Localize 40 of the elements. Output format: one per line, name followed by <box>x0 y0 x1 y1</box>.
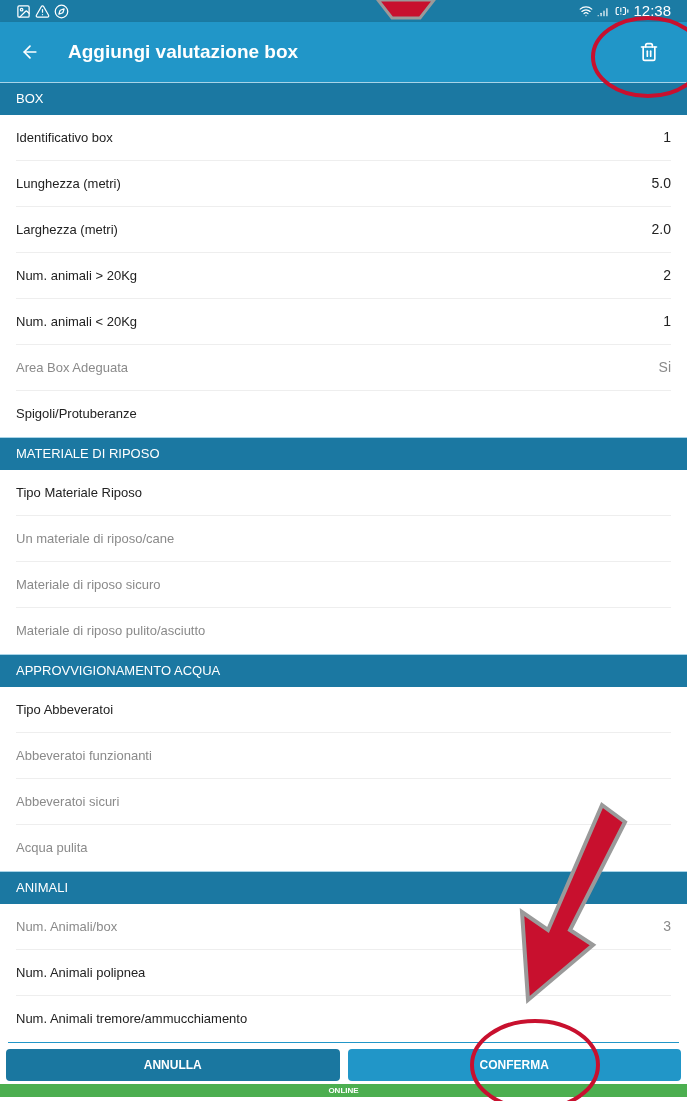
annotation-arrow <box>376 0 436 20</box>
row-label: Materiale di riposo sicuro <box>16 575 161 594</box>
section-header: ANIMALI <box>0 871 687 904</box>
row-label: Area Box Adeguata <box>16 358 129 377</box>
row-label[interactable]: Tipo Abbeveratoi <box>16 699 114 720</box>
row-label: Acqua pulita <box>16 839 88 858</box>
row-label[interactable]: Num. animali < 20Kg <box>16 311 138 332</box>
clock: 12:38 <box>633 0 671 21</box>
row-label: Materiale di riposo pulito/asciutto <box>16 622 206 641</box>
row-label[interactable]: Num. Animali tremore/ammucchiamento <box>16 1009 248 1029</box>
action-button[interactable]: ANNULLA <box>6 1049 340 1081</box>
row-label: Num. Animali/box <box>16 917 118 936</box>
toolbar-title: Aggiungi valutazione box <box>68 39 299 64</box>
warning-icon <box>35 3 50 19</box>
row-label: Un materiale di riposo/cane <box>16 529 175 548</box>
row-value: 3 <box>663 917 671 936</box>
row-label[interactable]: Larghezza (metri) <box>16 219 118 240</box>
row-label: Abbeveratoi funzionanti <box>16 746 152 765</box>
section-header: MATERIALE DI RIPOSO <box>0 437 687 470</box>
section-header: BOX <box>0 82 687 115</box>
row-label: Abbeveratoi sicuri <box>16 792 120 811</box>
row-label[interactable]: Tipo Materiale Riposo <box>16 482 142 503</box>
row-value: 1 <box>663 312 671 331</box>
row-label[interactable]: Num. animali > 20Kg <box>16 265 138 286</box>
trash-icon <box>639 42 659 62</box>
section-header: APPROVVIGIONAMENTO ACQUA <box>0 654 687 687</box>
connection-bar: ONLINE <box>0 1084 687 1097</box>
battery-icon <box>615 4 630 18</box>
compass-icon <box>54 3 69 19</box>
row-value: 1 <box>663 128 671 147</box>
wifi-icon <box>579 4 594 18</box>
row-label[interactable]: Spigoli/Protuberanze <box>16 404 137 424</box>
row-value: 5.0 <box>651 174 671 193</box>
row-label[interactable]: Identificativo box <box>16 127 113 148</box>
row-value: Si <box>658 358 671 377</box>
row-value: 2.0 <box>651 220 671 239</box>
image-icon <box>16 3 31 19</box>
row-label[interactable]: Lunghezza (metri) <box>16 173 121 194</box>
row-value: 2 <box>663 266 671 285</box>
row-label[interactable]: Num. Animali polipnea <box>16 962 146 983</box>
